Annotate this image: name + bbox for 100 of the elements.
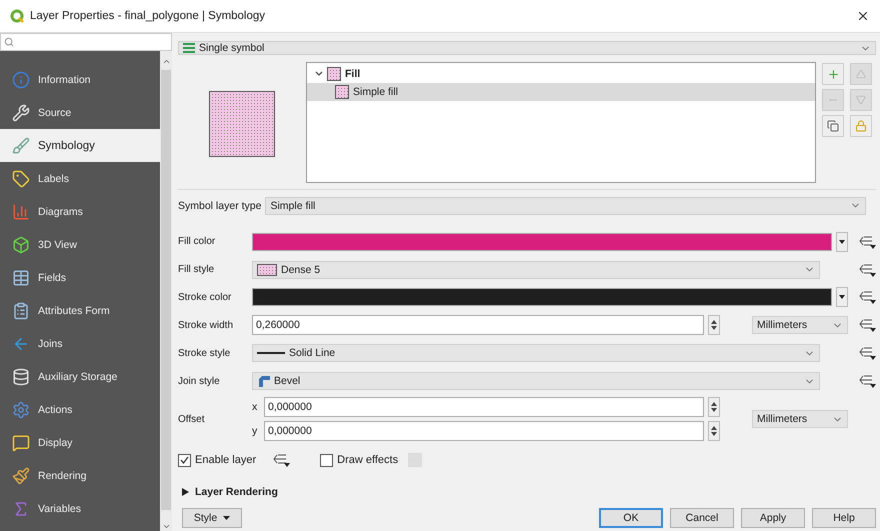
window-title: Layer Properties - final_polygone | Symbology bbox=[30, 10, 266, 22]
spin-arrows-icon bbox=[711, 426, 717, 436]
sidebar-item[interactable]: Display bbox=[0, 426, 160, 459]
wrench-icon bbox=[12, 104, 30, 122]
dropdown-arrow-button[interactable] bbox=[836, 287, 848, 308]
checkbox[interactable]: Enable layer bbox=[178, 454, 256, 467]
form-icon bbox=[12, 302, 30, 320]
sidebar-item[interactable]: Labels bbox=[0, 162, 160, 195]
table-icon bbox=[12, 268, 30, 286]
down-triangle-icon bbox=[856, 95, 866, 105]
triangle-down-icon bbox=[839, 240, 845, 244]
sidebar-item[interactable]: Symbology bbox=[0, 129, 160, 162]
unit-dropdown[interactable]: Millimeters bbox=[752, 316, 848, 334]
search-icon bbox=[4, 37, 14, 47]
dialog-button[interactable]: Apply bbox=[741, 508, 805, 528]
checkmark-icon bbox=[180, 456, 189, 464]
offset-field[interactable]: 0,000000 bbox=[264, 421, 704, 442]
spin-button[interactable] bbox=[708, 397, 720, 418]
tree-item[interactable]: Fill bbox=[307, 65, 815, 83]
stroke-width-field[interactable]: 0,260000 bbox=[252, 315, 704, 336]
style-menu-button[interactable]: Style bbox=[182, 508, 242, 528]
axis-label: y bbox=[252, 425, 258, 438]
sidebar-item[interactable]: Auxiliary Storage bbox=[0, 360, 160, 393]
dense-pattern-icon bbox=[257, 264, 277, 276]
color-button[interactable] bbox=[252, 232, 832, 251]
sidebar-item[interactable]: Fields bbox=[0, 261, 160, 294]
sidebar-item[interactable]: Rendering bbox=[0, 459, 160, 492]
layers-icon bbox=[183, 43, 195, 53]
symbol-preview bbox=[209, 90, 275, 157]
section-header[interactable]: Layer Rendering bbox=[178, 477, 876, 508]
data-defined-override-icon[interactable] bbox=[858, 374, 876, 388]
dropdown-arrow-button[interactable] bbox=[836, 232, 848, 252]
dialog-button[interactable]: Cancel bbox=[670, 508, 734, 528]
field-label: Symbol layer type bbox=[178, 200, 262, 212]
field-label: Stroke width bbox=[178, 320, 234, 331]
dialog-button[interactable]: OK bbox=[599, 508, 663, 528]
tree-item[interactable]: Simple fill bbox=[307, 83, 815, 101]
bevel-join-icon bbox=[257, 375, 270, 388]
expand-arrow-icon bbox=[182, 488, 189, 496]
spin-arrows-icon bbox=[711, 320, 717, 330]
fill-symbol-icon bbox=[327, 67, 341, 81]
database-icon bbox=[12, 368, 30, 386]
close-icon[interactable] bbox=[856, 9, 870, 23]
chevron-up-icon[interactable] bbox=[162, 57, 170, 66]
checkbox[interactable]: Draw effects bbox=[320, 454, 398, 467]
chart-icon bbox=[12, 202, 30, 220]
sidebar-item[interactable]: Joins bbox=[0, 327, 160, 360]
triangle-down-icon bbox=[223, 516, 230, 520]
sidebar-item[interactable]: Attributes Form bbox=[0, 294, 160, 327]
speech-bubble-icon bbox=[12, 434, 30, 452]
sidebar-item[interactable]: Source bbox=[0, 96, 160, 129]
unit-dropdown[interactable]: Millimeters bbox=[752, 410, 848, 428]
style-dropdown[interactable]: Solid Line bbox=[252, 344, 820, 362]
offset-field[interactable]: 0,000000 bbox=[264, 397, 704, 418]
scrollbar[interactable] bbox=[160, 51, 172, 531]
paintbrush-icon bbox=[12, 466, 30, 484]
spin-button[interactable] bbox=[708, 421, 720, 442]
chevron-down-icon[interactable] bbox=[162, 522, 170, 531]
data-defined-override-icon[interactable] bbox=[858, 318, 876, 332]
tag-icon bbox=[12, 170, 30, 188]
color-button[interactable] bbox=[252, 288, 832, 306]
spin-arrows-icon bbox=[711, 402, 717, 412]
field-label: Join style bbox=[178, 376, 221, 387]
brush-icon bbox=[12, 136, 30, 154]
symbol-layer-type-dropdown[interactable]: Simple fill bbox=[265, 196, 866, 215]
add-layer-button[interactable] bbox=[822, 63, 844, 85]
symbol-layer-tree[interactable]: Fill Simple fill bbox=[306, 62, 816, 183]
cube-icon bbox=[12, 236, 30, 254]
sidebar-item[interactable]: 3D View bbox=[0, 228, 160, 261]
data-defined-override-icon[interactable] bbox=[858, 290, 876, 304]
renderer-dropdown[interactable]: Single symbol bbox=[178, 41, 876, 55]
spin-button[interactable] bbox=[708, 315, 720, 336]
data-defined-override-icon[interactable] bbox=[858, 262, 876, 277]
app-logo-icon bbox=[10, 9, 24, 23]
copy-icon bbox=[827, 120, 839, 132]
sidebar-item[interactable]: Actions bbox=[0, 393, 160, 426]
style-dropdown[interactable]: Dense 5 bbox=[252, 260, 820, 279]
duplicate-layer-button[interactable] bbox=[822, 115, 844, 137]
style-dropdown[interactable]: Bevel bbox=[252, 372, 820, 390]
sidebar-item[interactable]: Variables bbox=[0, 492, 160, 525]
up-triangle-icon bbox=[856, 69, 866, 79]
sidebar-item[interactable]: Diagrams bbox=[0, 195, 160, 228]
search-field[interactable] bbox=[0, 33, 172, 51]
plus-icon bbox=[826, 68, 840, 80]
data-defined-override-icon[interactable] bbox=[858, 346, 876, 360]
dialog-button[interactable]: Help bbox=[812, 508, 876, 528]
data-defined-override-icon[interactable] bbox=[858, 234, 876, 249]
info-icon bbox=[12, 70, 30, 88]
field-label: Offset bbox=[178, 414, 206, 425]
lock-icon bbox=[855, 120, 867, 132]
sidebar-item[interactable]: Information bbox=[0, 63, 160, 96]
axis-label: x bbox=[252, 401, 258, 414]
data-defined-override-icon[interactable] bbox=[272, 453, 290, 468]
field-label: Stroke style bbox=[178, 348, 232, 359]
field-label: Stroke color bbox=[178, 292, 232, 303]
field-label: Fill color bbox=[178, 236, 216, 248]
triangle-down-icon bbox=[839, 295, 845, 300]
simple-fill-icon bbox=[335, 85, 349, 99]
gear-icon bbox=[12, 400, 30, 418]
field-label: Fill style bbox=[178, 264, 216, 276]
